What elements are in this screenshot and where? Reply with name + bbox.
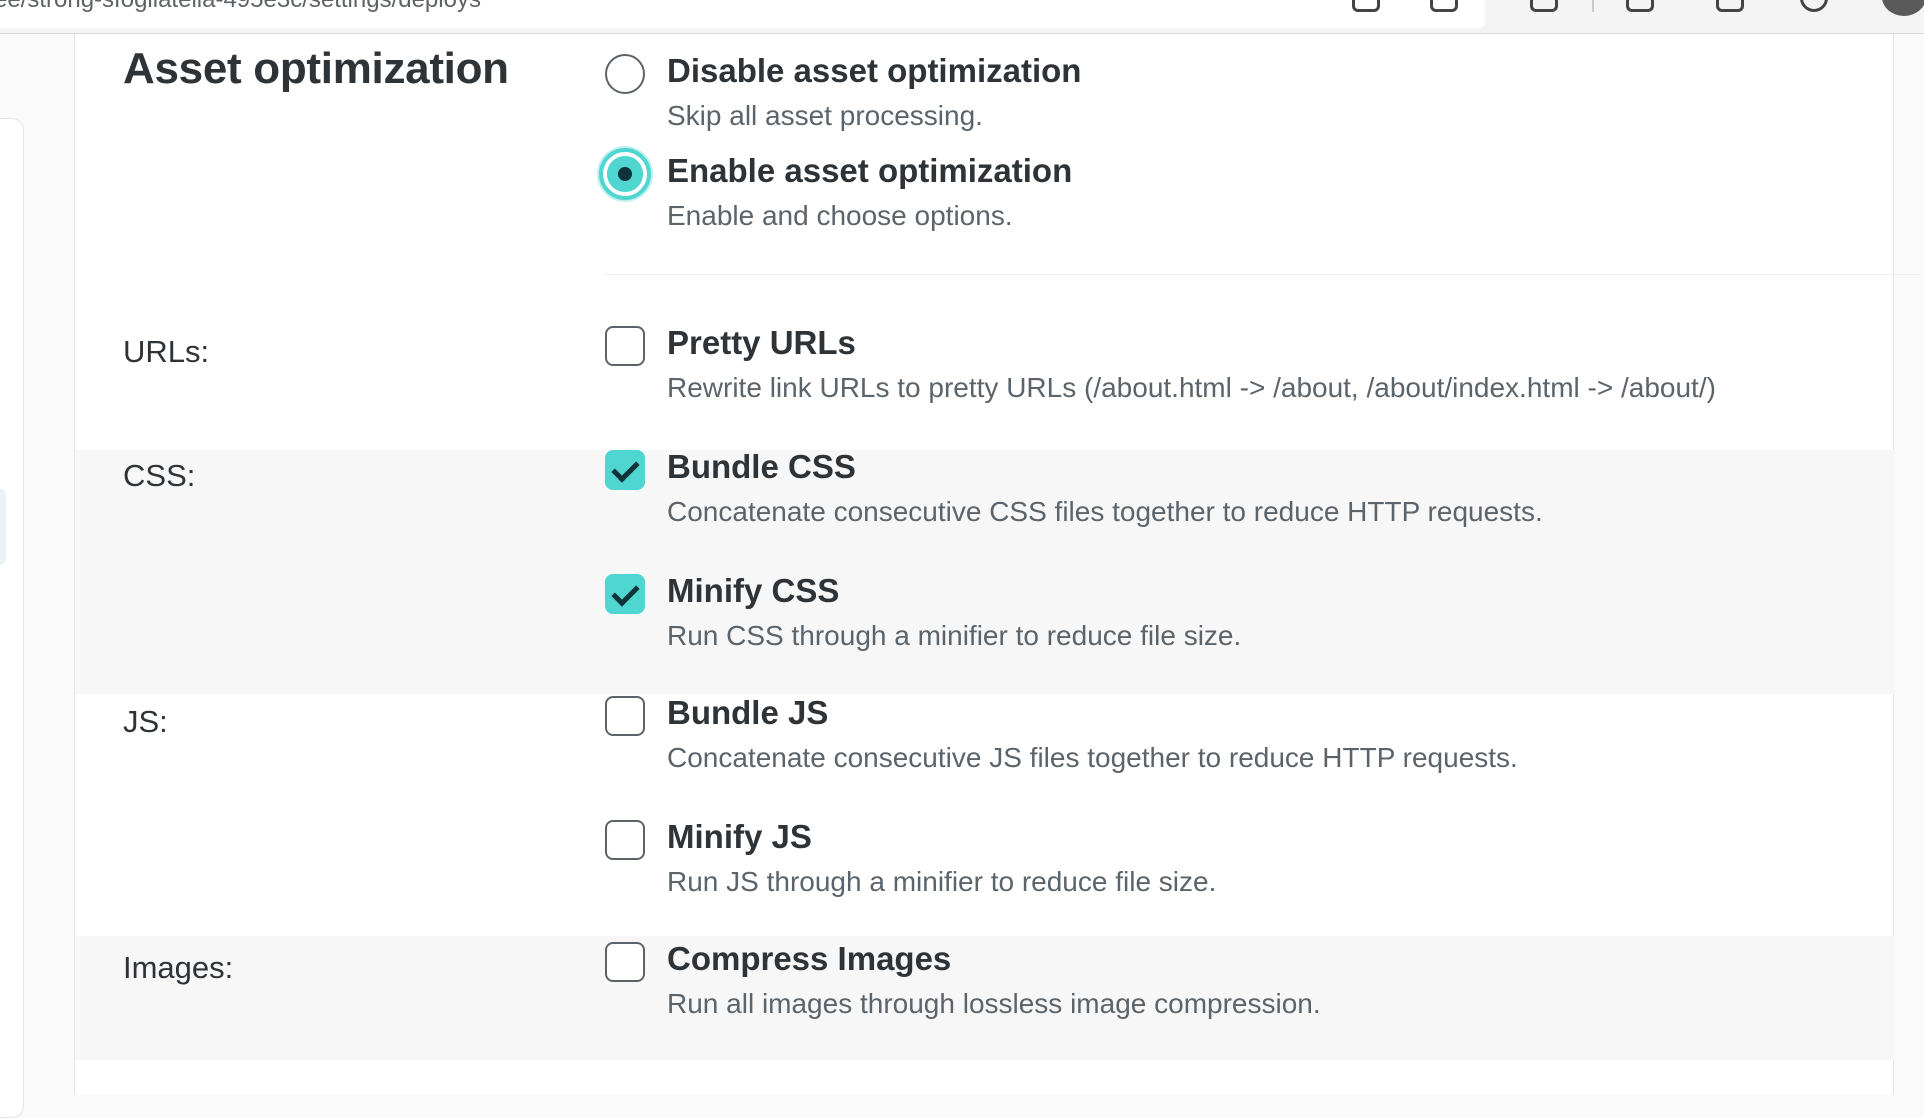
checkbox-option-pretty-urls[interactable]: Pretty URLs Rewrite link URLs to pretty … bbox=[605, 324, 1885, 426]
left-gutter bbox=[0, 34, 74, 1118]
option-description: Enable and choose options. bbox=[667, 200, 1013, 231]
checkbox-option-minify-css[interactable]: Minify CSS Run CSS through a minifier to… bbox=[605, 572, 1885, 674]
option-title[interactable]: Pretty URLs bbox=[667, 324, 856, 362]
add-favorite-icon[interactable] bbox=[1430, 0, 1458, 12]
radio-option-enable[interactable]: Enable asset optimization Enable and cho… bbox=[599, 148, 1885, 254]
account-icon[interactable] bbox=[1800, 0, 1828, 12]
option-description: Rewrite link URLs to pretty URLs (/about… bbox=[667, 372, 1716, 403]
option-title[interactable]: Minify JS bbox=[667, 818, 812, 856]
checkbox-minify-js[interactable] bbox=[605, 820, 645, 860]
checkbox-option-bundle-js[interactable]: Bundle JS Concatenate consecutive JS fil… bbox=[605, 694, 1885, 796]
checkbox-compress-images[interactable] bbox=[605, 942, 645, 982]
extensions-icon[interactable] bbox=[1530, 0, 1558, 12]
option-description: Concatenate consecutive JS files togethe… bbox=[667, 742, 1518, 773]
checkbox-option-compress-images[interactable]: Compress Images Run all images through l… bbox=[605, 940, 1885, 1042]
collections-icon[interactable] bbox=[1716, 0, 1744, 12]
checkbox-bundle-js[interactable] bbox=[605, 696, 645, 736]
checkbox-pretty-urls[interactable] bbox=[605, 326, 645, 366]
checkbox-minify-css[interactable] bbox=[605, 574, 645, 614]
radio-option-disable[interactable]: Disable asset optimization Skip all asse… bbox=[605, 52, 1885, 154]
checkbox-bundle-css[interactable] bbox=[605, 450, 645, 490]
group-label-js: JS: bbox=[123, 704, 168, 739]
option-description: Run JS through a minifier to reduce file… bbox=[667, 866, 1217, 897]
group-label-css: CSS: bbox=[123, 458, 196, 493]
toolbar-separator bbox=[1592, 0, 1594, 12]
sidebar-panel bbox=[0, 118, 24, 1118]
checkbox-option-minify-js[interactable]: Minify JS Run JS through a minifier to r… bbox=[605, 818, 1885, 920]
option-description: Concatenate consecutive CSS files togeth… bbox=[667, 496, 1543, 527]
option-title[interactable]: Enable asset optimization bbox=[667, 152, 1072, 190]
group-label-images: Images: bbox=[123, 950, 234, 985]
section-title: Asset optimization bbox=[123, 44, 509, 93]
option-title[interactable]: Disable asset optimization bbox=[667, 52, 1081, 90]
settings-card: Asset optimization Disable asset optimiz… bbox=[74, 34, 1921, 1094]
option-description: Skip all asset processing. bbox=[667, 100, 983, 131]
divider bbox=[605, 274, 1921, 275]
address-bar-url[interactable]: ee/strong-sfogliatella-495e3c/settings/d… bbox=[0, 0, 481, 14]
avatar[interactable] bbox=[1882, 0, 1924, 16]
address-bar[interactable]: ee/strong-sfogliatella-495e3c/settings/d… bbox=[0, 0, 1485, 28]
browser-toolbar: ee/strong-sfogliatella-495e3c/settings/d… bbox=[0, 0, 1924, 34]
radio-disable[interactable] bbox=[605, 54, 645, 94]
radio-enable[interactable] bbox=[599, 148, 651, 200]
option-title[interactable]: Bundle CSS bbox=[667, 448, 856, 486]
reader-icon[interactable] bbox=[1352, 0, 1380, 12]
favorites-icon[interactable] bbox=[1626, 0, 1654, 12]
radio-selected-dot bbox=[618, 167, 632, 181]
option-title[interactable]: Bundle JS bbox=[667, 694, 828, 732]
checkbox-option-bundle-css[interactable]: Bundle CSS Concatenate consecutive CSS f… bbox=[605, 448, 1885, 550]
option-description: Run all images through lossless image co… bbox=[667, 988, 1321, 1019]
option-title[interactable]: Minify CSS bbox=[667, 572, 839, 610]
option-description: Run CSS through a minifier to reduce fil… bbox=[667, 620, 1242, 651]
sidebar-active-item[interactable] bbox=[0, 489, 6, 565]
option-title[interactable]: Compress Images bbox=[667, 940, 951, 978]
group-label-urls: URLs: bbox=[123, 334, 210, 369]
